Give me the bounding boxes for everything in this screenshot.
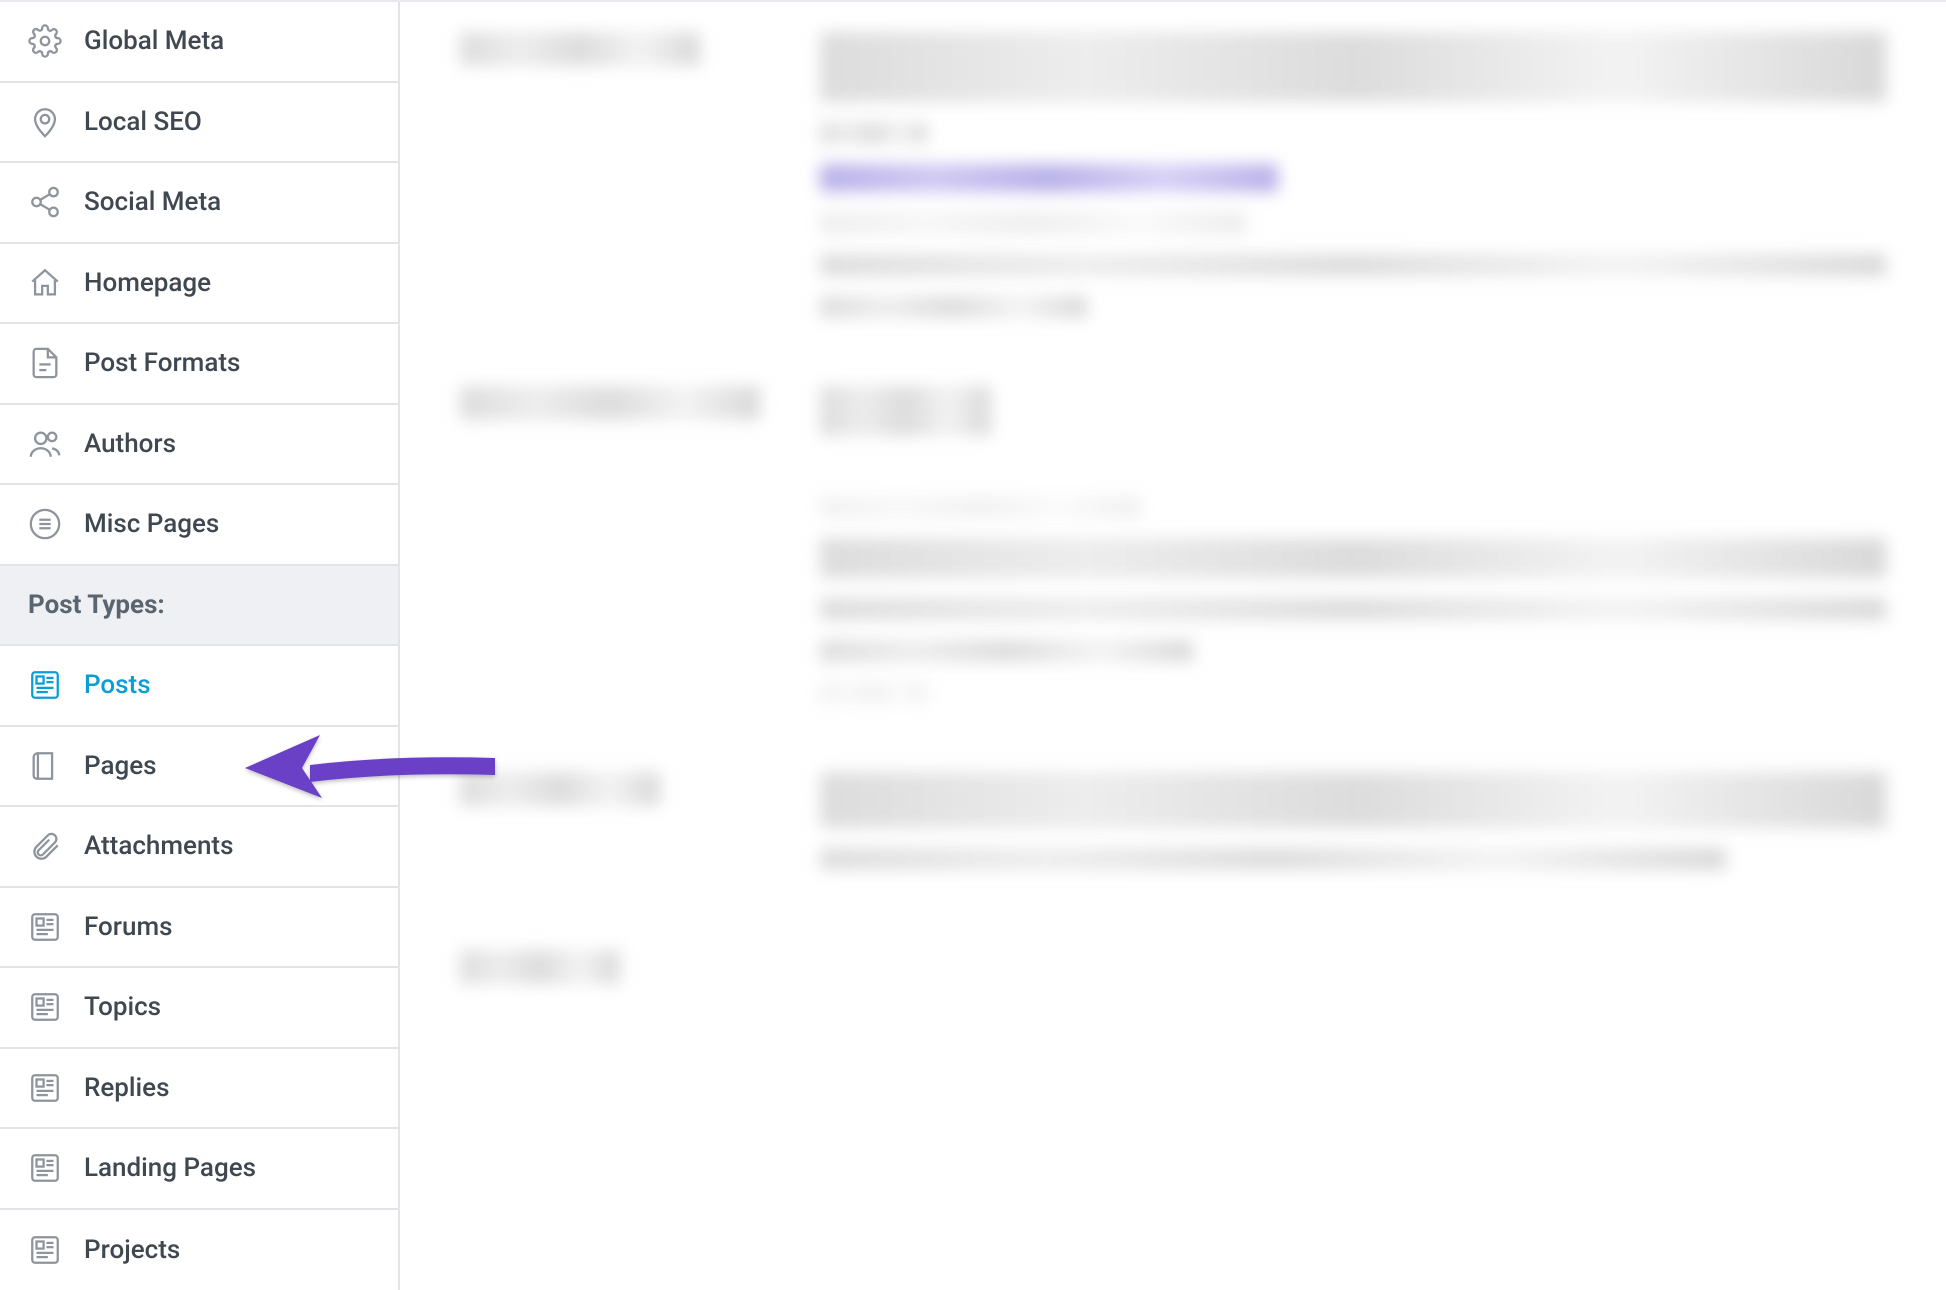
house-icon <box>28 266 62 300</box>
sidebar-item-label: Social Meta <box>84 187 221 217</box>
sidebar-item-pages[interactable]: Pages <box>0 727 398 808</box>
blurred-placeholder <box>460 772 660 806</box>
sidebar-item-attachments[interactable]: Attachments <box>0 807 398 888</box>
sidebar-item-social-meta[interactable]: Social Meta <box>0 163 398 244</box>
post-icon <box>28 910 62 944</box>
sidebar-item-label: Attachments <box>84 831 233 861</box>
blurred-placeholder <box>820 496 1140 518</box>
post-icon <box>28 668 62 702</box>
blurred-placeholder <box>820 32 1886 102</box>
blurred-row <box>460 950 1886 1004</box>
sidebar-item-label: Forums <box>84 912 173 942</box>
blurred-row <box>460 386 1886 724</box>
share-icon <box>28 185 62 219</box>
blurred-placeholder <box>820 122 927 144</box>
post-icon <box>28 990 62 1024</box>
post-icon <box>28 1151 62 1185</box>
post-icon <box>28 1071 62 1105</box>
sidebar-item-label: Local SEO <box>84 107 202 137</box>
blurred-placeholder <box>820 640 1193 662</box>
sidebar-item-label: Posts <box>84 670 151 700</box>
blurred-placeholder <box>460 32 700 66</box>
list-circle-icon <box>28 507 62 541</box>
blurred-placeholder <box>460 386 760 420</box>
app-root: Global Meta Local SEO Social Meta Homepa… <box>0 0 1946 1290</box>
sidebar-item-label: Global Meta <box>84 26 224 56</box>
sidebar-item-label: Authors <box>84 429 176 459</box>
blurred-row <box>460 32 1886 338</box>
sidebar-item-replies[interactable]: Replies <box>0 1049 398 1130</box>
blurred-placeholder <box>820 212 1246 234</box>
blurred-placeholder <box>460 950 620 984</box>
sidebar-item-local-seo[interactable]: Local SEO <box>0 83 398 164</box>
sidebar-item-label: Topics <box>84 992 161 1022</box>
post-icon <box>28 1233 62 1267</box>
sidebar-item-label: Post Formats <box>84 348 240 378</box>
blurred-placeholder <box>820 164 1278 192</box>
sidebar-item-label: Pages <box>84 751 157 781</box>
sidebar-item-topics[interactable]: Topics <box>0 968 398 1049</box>
blurred-placeholder <box>820 538 1886 578</box>
sidebar-heading-label: Post Types: <box>28 590 165 620</box>
sidebar-item-homepage[interactable]: Homepage <box>0 244 398 325</box>
gear-icon <box>28 24 62 58</box>
sidebar-item-global-meta[interactable]: Global Meta <box>0 2 398 83</box>
sidebar-item-forums[interactable]: Forums <box>0 888 398 969</box>
sidebar-item-label: Misc Pages <box>84 509 219 539</box>
page-icon <box>28 749 62 783</box>
main-content <box>400 2 1946 1290</box>
blurred-placeholder <box>820 848 1726 870</box>
sidebar-item-label: Landing Pages <box>84 1153 256 1183</box>
sidebar-item-landing-pages[interactable]: Landing Pages <box>0 1129 398 1210</box>
blurred-placeholder <box>820 296 1087 318</box>
sidebar-heading-post-types: Post Types: <box>0 566 398 647</box>
sidebar-item-posts[interactable]: Posts <box>0 646 398 727</box>
people-icon <box>28 427 62 461</box>
sidebar-item-label: Homepage <box>84 268 211 298</box>
blurred-placeholder <box>820 386 991 436</box>
blurred-placeholder <box>820 682 927 704</box>
sidebar-item-misc-pages[interactable]: Misc Pages <box>0 485 398 566</box>
blurred-placeholder <box>820 598 1886 620</box>
sidebar-item-label: Projects <box>84 1235 180 1265</box>
sidebar-item-projects[interactable]: Projects <box>0 1210 398 1290</box>
settings-sidebar: Global Meta Local SEO Social Meta Homepa… <box>0 2 400 1290</box>
paperclip-icon <box>28 829 62 863</box>
sidebar-item-authors[interactable]: Authors <box>0 405 398 486</box>
pin-icon <box>28 105 62 139</box>
sidebar-item-post-formats[interactable]: Post Formats <box>0 324 398 405</box>
sidebar-item-label: Replies <box>84 1073 169 1103</box>
document-icon <box>28 346 62 380</box>
blurred-placeholder <box>820 772 1886 828</box>
blurred-row <box>460 772 1886 890</box>
blurred-placeholder <box>820 254 1886 276</box>
